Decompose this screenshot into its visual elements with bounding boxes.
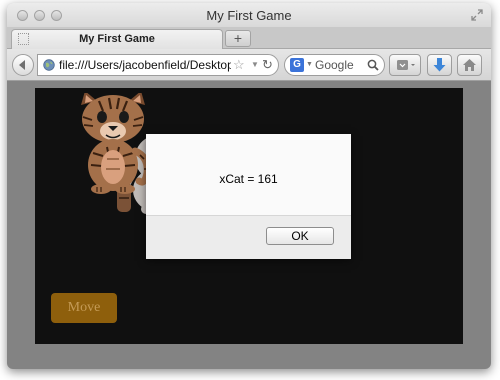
back-button[interactable] xyxy=(12,54,34,76)
extensions-button[interactable] xyxy=(389,54,421,76)
ok-button[interactable]: OK xyxy=(266,227,334,245)
reload-icon[interactable]: ↻ xyxy=(262,58,273,72)
alert-message-area: xCat = 161 xyxy=(146,134,351,216)
alert-message: xCat = 161 xyxy=(219,172,278,186)
tab-my-first-game[interactable]: My First Game xyxy=(11,29,223,49)
star-icon[interactable]: ☆ xyxy=(233,58,245,72)
download-arrow-icon xyxy=(433,58,446,72)
navigation-toolbar: file:///Users/jacobenfield/Desktop/index… xyxy=(7,49,491,81)
puzzle-icon xyxy=(397,60,415,70)
new-tab-button[interactable]: + xyxy=(225,30,251,47)
alert-dialog: xCat = 161 OK xyxy=(146,134,351,259)
magnifier-icon[interactable] xyxy=(367,59,379,71)
home-icon xyxy=(463,59,476,71)
browser-window: My First Game My First Game + file:///Us… xyxy=(7,3,491,369)
globe-icon xyxy=(43,59,55,71)
search-placeholder: Google xyxy=(315,58,354,72)
fullscreen-icon[interactable] xyxy=(471,9,483,21)
tab-strip: My First Game + xyxy=(7,27,491,49)
back-arrow-icon xyxy=(19,60,25,70)
title-bar[interactable]: My First Game xyxy=(7,3,491,27)
home-button[interactable] xyxy=(457,54,482,76)
window-title: My First Game xyxy=(206,8,292,23)
chevron-down-icon[interactable]: ▼ xyxy=(251,60,259,69)
move-button[interactable]: Move xyxy=(51,293,117,323)
chevron-down-icon[interactable]: ▼ xyxy=(306,61,313,68)
search-bar[interactable]: G ▼ Google xyxy=(284,54,385,76)
downloads-button[interactable] xyxy=(427,54,452,76)
address-bar[interactable]: file:///Users/jacobenfield/Desktop/index… xyxy=(37,54,279,76)
search-engine-icon[interactable]: G xyxy=(290,58,304,72)
url-text: file:///Users/jacobenfield/Desktop/index… xyxy=(59,58,231,72)
cat-sprite xyxy=(81,93,149,194)
tab-label: My First Game xyxy=(79,33,155,45)
